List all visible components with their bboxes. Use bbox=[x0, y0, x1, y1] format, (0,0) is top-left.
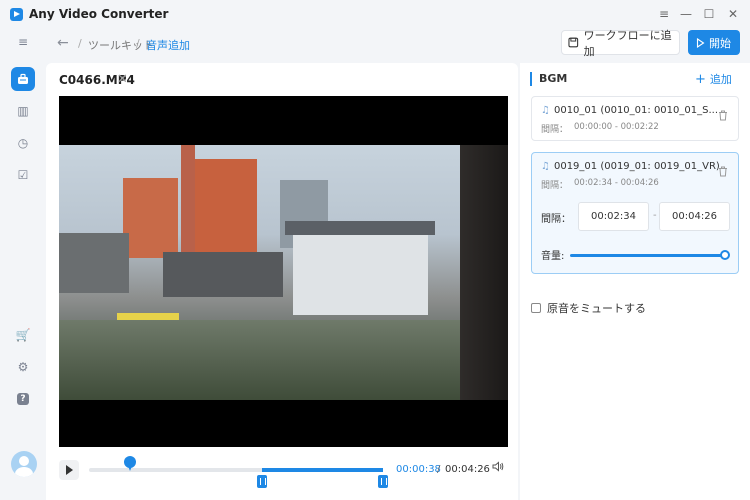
start-time-input[interactable]: 00:02:34 bbox=[578, 202, 649, 231]
breadcrumb-separator: / bbox=[136, 37, 140, 50]
bgm-track-name: ♫ 0010_01 (0010_01: 0010_01_S... bbox=[541, 105, 718, 116]
app-title: Any Video Converter bbox=[29, 7, 169, 21]
volume-label: 音量: bbox=[541, 251, 565, 262]
close-file-icon[interactable]: ✕ bbox=[117, 72, 128, 87]
plus-icon: + bbox=[695, 72, 706, 87]
timeline-selection bbox=[262, 468, 383, 472]
music-note-icon: ♫ bbox=[541, 161, 550, 172]
bgm-heading: BGM bbox=[530, 72, 567, 86]
play-button[interactable] bbox=[59, 460, 79, 480]
interval-range: 00:00:00 - 00:02:22 bbox=[574, 122, 659, 132]
trash-icon bbox=[719, 110, 727, 121]
breadcrumb-separator: / bbox=[78, 37, 82, 50]
add-to-workflow-button[interactable]: ワークフローに追加 bbox=[561, 29, 680, 58]
sidebar: ≡ ▥ ◷ ☑ 🛒 ⚙ ? bbox=[0, 28, 46, 500]
cart-icon[interactable]: 🛒 bbox=[11, 323, 35, 347]
video-frame bbox=[59, 145, 508, 400]
building-orange bbox=[123, 178, 178, 258]
minimize-button[interactable]: — bbox=[675, 4, 697, 24]
help-icon[interactable]: ? bbox=[11, 387, 35, 411]
window-menu-icon[interactable]: ≡ bbox=[653, 4, 675, 24]
playback-controls: 00:00:38 / 00:04:26 bbox=[59, 456, 508, 488]
house-white bbox=[293, 225, 428, 315]
volume-icon[interactable] bbox=[492, 461, 504, 475]
selection-end-handle[interactable] bbox=[378, 475, 388, 488]
bgm-track-name: ♫ 0019_01 (0019_01: 0019_01_VR) bbox=[541, 161, 720, 172]
mute-checkbox[interactable] bbox=[531, 303, 541, 313]
interval-range: 00:02:34 - 00:04:26 bbox=[574, 178, 659, 188]
volume-slider-knob[interactable] bbox=[720, 250, 730, 260]
mute-label: 原音をミュートする bbox=[547, 302, 646, 315]
house-roof bbox=[285, 221, 435, 235]
play-icon bbox=[696, 37, 705, 48]
interval-label: 間隔： bbox=[541, 181, 569, 191]
music-note-icon: ♫ bbox=[541, 105, 550, 116]
add-bgm-label: 追加 bbox=[709, 73, 732, 86]
end-time-input[interactable]: 00:04:26 bbox=[659, 202, 730, 231]
total-time: 00:04:26 bbox=[445, 464, 490, 475]
title-bar: Any Video Converter ≡ — ☐ ✕ bbox=[0, 0, 750, 28]
sidebar-tasks-icon[interactable]: ☑ bbox=[11, 163, 35, 187]
bgm-track-card-selected[interactable]: ♫ 0019_01 (0019_01: 0019_01_VR) 間隔： 00:02… bbox=[531, 152, 739, 274]
roof-center bbox=[163, 252, 283, 297]
bgm-track-name-text: 0010_01 (0010_01: 0010_01_S... bbox=[553, 105, 719, 116]
toolbox-icon bbox=[18, 73, 28, 84]
help-glyph: ? bbox=[17, 393, 29, 405]
sidebar-library-icon[interactable]: ▥ bbox=[11, 99, 35, 123]
time-separator: / bbox=[437, 464, 441, 475]
sidebar-menu-icon[interactable]: ≡ bbox=[11, 30, 35, 54]
building-tall-orange bbox=[181, 145, 195, 255]
building-orange-2 bbox=[195, 159, 257, 255]
maximize-button[interactable]: ☐ bbox=[698, 4, 720, 24]
start-label: 開始 bbox=[709, 36, 731, 50]
breadcrumb-toolkit[interactable]: ツールキット bbox=[88, 37, 154, 53]
delete-icon[interactable] bbox=[718, 110, 728, 124]
close-window-button[interactable]: ✕ bbox=[722, 4, 744, 24]
trash-icon bbox=[719, 166, 727, 177]
save-icon bbox=[568, 37, 579, 48]
video-preview[interactable] bbox=[59, 96, 508, 447]
delete-icon[interactable] bbox=[718, 166, 728, 180]
add-to-workflow-label: ワークフローに追加 bbox=[583, 28, 672, 58]
avatar[interactable] bbox=[11, 451, 37, 477]
current-time: 00:00:38 bbox=[396, 464, 441, 475]
start-button[interactable]: 開始 bbox=[688, 30, 740, 55]
settings-icon[interactable]: ⚙ bbox=[11, 355, 35, 379]
video-panel: C0466.MP4 ✕ 00:00:38 / 00:04:26 bbox=[46, 63, 518, 500]
mute-original-option[interactable]: 原音をミュートする bbox=[531, 300, 646, 316]
sidebar-toolkit-icon[interactable] bbox=[11, 67, 35, 91]
bgm-panel: BGM + 追加 ♫ 0010_01 (0010_01: 0010_01_S... … bbox=[520, 63, 750, 500]
app-logo-icon bbox=[10, 8, 23, 21]
selection-start-handle[interactable] bbox=[257, 475, 268, 488]
train-window-frame bbox=[460, 145, 508, 400]
house-left bbox=[59, 233, 129, 293]
playhead[interactable] bbox=[124, 456, 137, 471]
back-arrow-icon[interactable]: ← bbox=[57, 35, 69, 51]
sidebar-history-icon[interactable]: ◷ bbox=[11, 131, 35, 155]
interval-label: 間隔： bbox=[541, 125, 569, 135]
range-dash: - bbox=[653, 210, 657, 221]
breadcrumb-current: 音声追加 bbox=[146, 39, 190, 52]
add-bgm-button[interactable]: + 追加 bbox=[695, 71, 732, 87]
foreground bbox=[59, 320, 460, 400]
interval-edit-label: 間隔： bbox=[541, 214, 571, 225]
volume-slider-track[interactable] bbox=[570, 254, 726, 257]
speaker-icon bbox=[492, 461, 504, 472]
bgm-track-card[interactable]: ♫ 0010_01 (0010_01: 0010_01_S... 間隔： 00:0… bbox=[531, 96, 739, 141]
bgm-track-name-text: 0019_01 (0019_01: 0019_01_VR) bbox=[553, 161, 720, 172]
